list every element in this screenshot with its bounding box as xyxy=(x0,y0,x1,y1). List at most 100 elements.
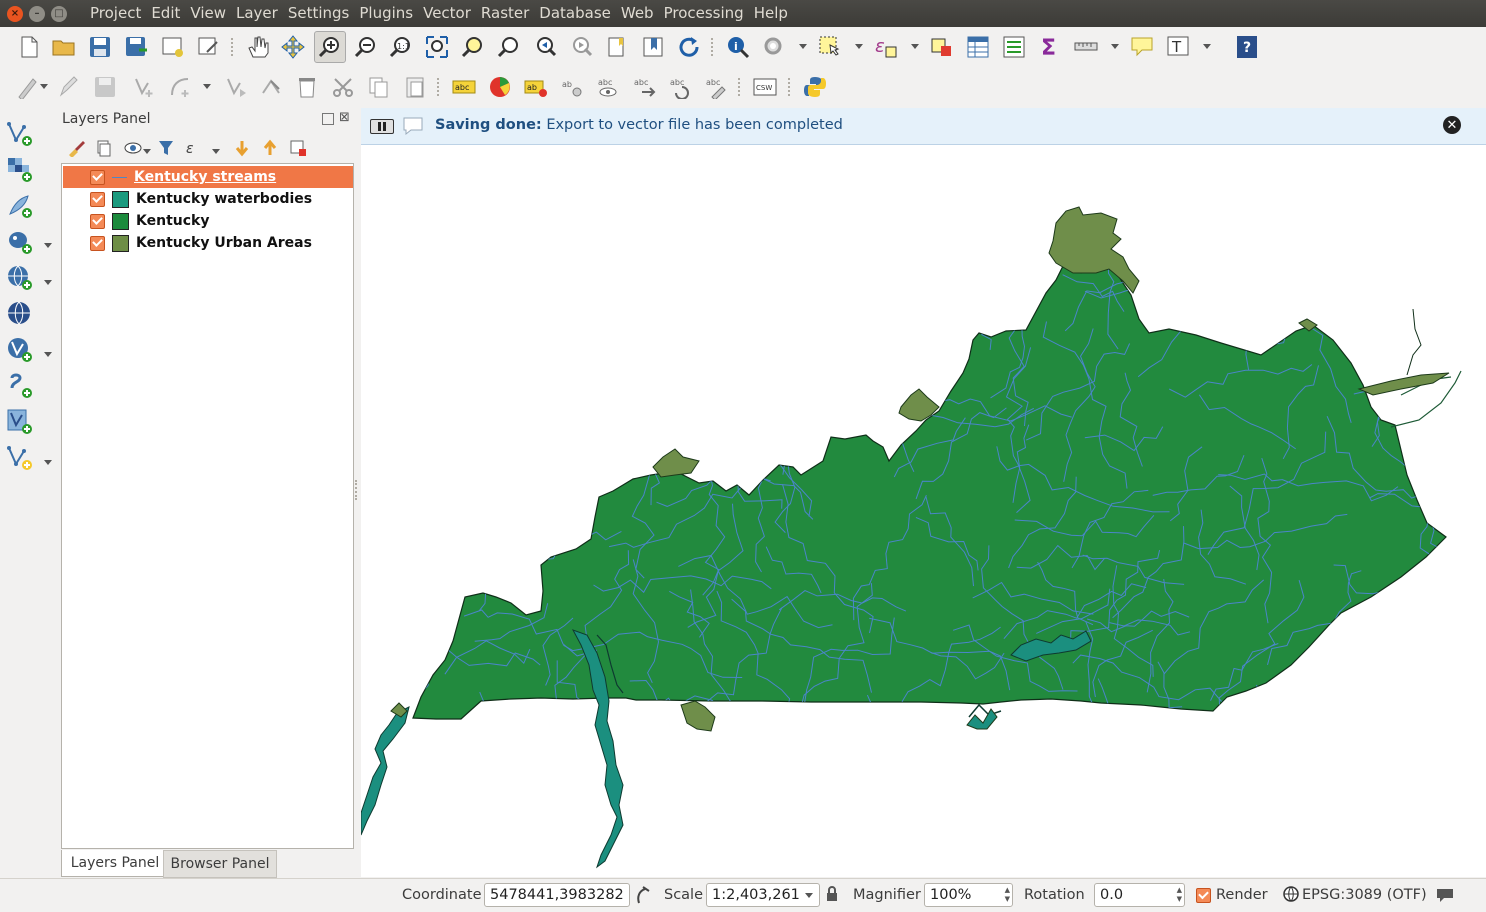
pan-hand-icon[interactable] xyxy=(245,34,271,60)
map-tips-icon[interactable] xyxy=(1129,34,1155,60)
map-themes-dropdown[interactable] xyxy=(143,149,151,154)
layer-diagram-options-icon[interactable] xyxy=(487,74,513,100)
new-shapefile-layer-icon[interactable] xyxy=(6,444,34,472)
pan-to-selection-icon[interactable] xyxy=(280,34,306,60)
menu-edit[interactable]: Edit xyxy=(146,0,185,27)
layer-item-kentucky-urban-areas[interactable]: Kentucky Urban Areas xyxy=(63,232,353,254)
annotation-dropdown[interactable] xyxy=(1203,44,1211,49)
measure-line-icon[interactable] xyxy=(1073,34,1099,60)
measure-dropdown[interactable] xyxy=(1111,44,1119,49)
add-wfs-layer-icon[interactable] xyxy=(6,336,34,364)
menu-project[interactable]: Project xyxy=(85,0,146,27)
select-features-icon[interactable] xyxy=(817,34,843,60)
layer-item-kentucky-streams[interactable]: Kentucky streams xyxy=(63,166,353,188)
rotation-spinbox[interactable]: 0.0 ▲ ▼ xyxy=(1094,883,1185,907)
filter-legend-icon[interactable] xyxy=(156,138,176,158)
statistics-sigma-icon[interactable]: Σ xyxy=(1037,34,1063,60)
move-feature-icon[interactable] xyxy=(223,74,249,100)
attribute-table-icon[interactable] xyxy=(965,34,991,60)
add-delimited-text-layer-icon[interactable] xyxy=(6,372,34,400)
layer-item-kentucky[interactable]: Kentucky xyxy=(63,210,353,232)
add-feature-icon[interactable] xyxy=(131,74,157,100)
zoom-to-layer-icon[interactable] xyxy=(496,34,522,60)
coordinate-field[interactable]: 5478441,3983282 xyxy=(484,883,630,907)
move-label-icon[interactable]: abc xyxy=(631,74,657,100)
layer-visibility-checkbox[interactable] xyxy=(90,235,105,251)
panel-close-button[interactable]: ⊠ xyxy=(339,110,350,125)
refresh-icon[interactable] xyxy=(676,34,702,60)
add-wms-layer-icon[interactable] xyxy=(6,264,34,292)
scale-combo[interactable]: 1:2,403,261 xyxy=(706,883,820,907)
pin-labels-icon[interactable]: ab xyxy=(559,74,585,100)
layer-visibility-checkbox[interactable] xyxy=(90,191,105,207)
open-styling-brush-icon[interactable] xyxy=(66,138,86,158)
menu-help[interactable]: Help xyxy=(749,0,793,27)
zoom-out-icon[interactable] xyxy=(353,34,379,60)
delete-selected-icon[interactable] xyxy=(294,74,320,100)
text-annotation-icon[interactable]: T xyxy=(1165,34,1191,60)
identify-icon[interactable]: i xyxy=(725,34,751,60)
save-as-icon[interactable] xyxy=(124,34,150,60)
circular-dropdown[interactable] xyxy=(203,84,211,89)
window-maximize-button[interactable]: □ xyxy=(51,5,67,22)
select-dropdown[interactable] xyxy=(855,44,863,49)
select-by-expression-icon[interactable]: ε xyxy=(873,34,899,60)
add-wcs-layer-icon[interactable] xyxy=(6,300,34,328)
change-label-icon[interactable]: abc xyxy=(703,74,729,100)
new-map-view-icon[interactable] xyxy=(604,34,630,60)
field-calculator-icon[interactable] xyxy=(1001,34,1027,60)
layer-labeling-options-icon[interactable]: abc xyxy=(451,74,477,100)
zoom-full-icon[interactable] xyxy=(424,34,450,60)
map-canvas[interactable] xyxy=(361,145,1486,877)
menu-layer[interactable]: Layer xyxy=(231,0,283,27)
messages-icon[interactable] xyxy=(1436,887,1454,907)
window-close-button[interactable]: × xyxy=(7,5,23,22)
manage-map-themes-eye-icon[interactable] xyxy=(124,138,144,158)
menu-settings[interactable]: Settings xyxy=(283,0,355,27)
toggle-editing-pencil-icon[interactable] xyxy=(56,74,82,100)
filter-by-expression-icon[interactable]: ε xyxy=(184,138,204,158)
save-layer-edits-icon[interactable] xyxy=(92,74,118,100)
remove-layer-icon[interactable] xyxy=(288,138,308,158)
panel-splitter[interactable] xyxy=(355,480,359,500)
edits-dropdown[interactable] xyxy=(40,84,48,89)
layer-visibility-checkbox[interactable] xyxy=(90,169,105,185)
menu-raster[interactable]: Raster xyxy=(476,0,534,27)
rotate-label-icon[interactable]: abc xyxy=(667,74,693,100)
crs-label[interactable]: EPSG:3089 (OTF) xyxy=(1302,887,1427,903)
python-console-icon[interactable] xyxy=(802,74,828,100)
scale-lock-icon[interactable] xyxy=(826,886,838,906)
zoom-in-icon[interactable] xyxy=(314,31,346,63)
cut-features-icon[interactable] xyxy=(330,74,356,100)
expression-filter-dropdown[interactable] xyxy=(212,149,220,154)
zoom-native-resolution-icon[interactable]: 1:1 xyxy=(388,34,414,60)
menu-view[interactable]: View xyxy=(185,0,231,27)
tab-layers-panel[interactable]: Layers Panel xyxy=(61,850,169,877)
rotation-spin-arrows[interactable]: ▲ ▼ xyxy=(1177,886,1182,904)
paste-features-icon[interactable] xyxy=(402,74,428,100)
render-checkbox[interactable] xyxy=(1196,888,1211,903)
show-hide-labels-icon[interactable]: abc xyxy=(595,74,621,100)
run-feature-action-icon[interactable] xyxy=(761,34,787,60)
message-close-button[interactable]: ✕ xyxy=(1443,116,1461,134)
panel-float-button[interactable] xyxy=(322,113,334,125)
layer-visibility-checkbox[interactable] xyxy=(90,213,105,229)
help-icon[interactable]: ? xyxy=(1234,34,1260,60)
deselect-all-icon[interactable] xyxy=(929,34,955,60)
add-vector-layer-icon[interactable] xyxy=(6,120,34,148)
magnifier-spinbox[interactable]: 100% ▲ ▼ xyxy=(924,883,1013,907)
add-group-icon[interactable] xyxy=(94,138,114,158)
expression-dropdown[interactable] xyxy=(911,44,919,49)
menu-vector[interactable]: Vector xyxy=(418,0,476,27)
tab-browser-panel[interactable]: Browser Panel xyxy=(163,850,277,878)
new-project-icon[interactable] xyxy=(16,34,42,60)
current-edits-icon[interactable] xyxy=(14,74,40,100)
composer-manager-icon[interactable] xyxy=(196,34,222,60)
menu-database[interactable]: Database xyxy=(534,0,616,27)
add-postgis-layer-icon[interactable] xyxy=(6,228,34,256)
add-spatialite-layer-icon[interactable] xyxy=(6,192,34,220)
expand-all-icon[interactable] xyxy=(232,138,252,158)
collapse-all-icon[interactable] xyxy=(260,138,280,158)
feature-action-dropdown[interactable] xyxy=(799,44,807,49)
node-tool-icon[interactable] xyxy=(258,74,284,100)
